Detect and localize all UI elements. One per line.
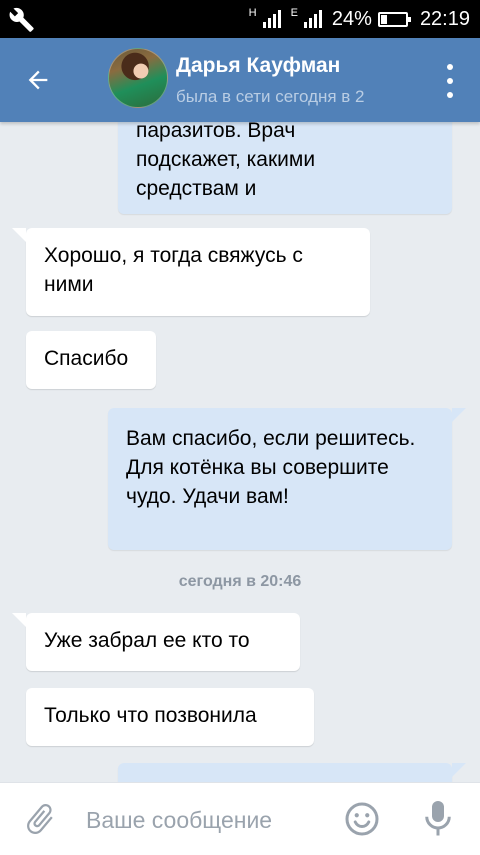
message-text: Уже забрал ее кто то	[44, 629, 250, 652]
battery-percent: 24%	[331, 7, 372, 30]
microphone-icon[interactable]	[420, 799, 456, 839]
message-incoming[interactable]: Спасибо	[26, 331, 156, 389]
signal-icon-sim2	[303, 8, 326, 30]
network-type-2: E	[290, 7, 298, 19]
message-line: паразитов. Врач	[136, 122, 296, 142]
battery-icon	[377, 11, 411, 27]
back-button[interactable]	[14, 56, 62, 104]
composer-bar: Ваше сообщение	[0, 782, 480, 855]
network-type-1: H	[248, 7, 257, 19]
avatar[interactable]	[108, 48, 168, 108]
dot-icon	[447, 64, 453, 70]
message-incoming[interactable]: Только что позвонила	[26, 688, 314, 746]
clock: 22:19	[419, 7, 470, 30]
more-options-button[interactable]	[438, 64, 462, 98]
contact-name[interactable]: Дарья Кауфман	[176, 54, 340, 78]
message-outgoing-partial[interactable]	[118, 763, 466, 782]
message-text: Хорошо, я тогда свяжусь с ними	[44, 244, 303, 296]
emoji-icon[interactable]	[344, 801, 380, 837]
message-incoming[interactable]: Уже забрал ее кто то	[12, 613, 300, 671]
dot-icon	[447, 92, 453, 98]
message-incoming[interactable]: Хорошо, я тогда свяжусь с ними	[12, 228, 370, 316]
message-text: Спасибо	[44, 347, 129, 370]
message-text: Вам спасибо, если решитесь. Для котёнка …	[126, 427, 416, 508]
paperclip-icon[interactable]	[22, 801, 58, 837]
contact-status: была в сети сегодня в 2	[176, 87, 365, 106]
message-input[interactable]: Ваше сообщение	[86, 803, 326, 837]
message-outgoing[interactable]: Вам спасибо, если решитесь. Для котёнка …	[108, 408, 466, 550]
signal-icon-sim1	[262, 8, 285, 30]
date-separator: сегодня в 20:46	[178, 573, 302, 590]
wrench-icon	[9, 7, 34, 32]
message-line: средствам и	[136, 177, 257, 200]
message-text: Только что позвонила	[44, 704, 257, 727]
status-bar: H E 24% 22:19	[0, 0, 480, 38]
message-line: подскажет, какими	[136, 148, 316, 171]
chat-header: Дарья Кауфман была в сети сегодня в 2	[0, 38, 480, 122]
message-outgoing[interactable]: паразитов. Врач подскажет, какими средст…	[118, 122, 452, 214]
message-list[interactable]: паразитов. Врач подскажет, какими средст…	[0, 122, 480, 782]
arrow-left-icon	[28, 70, 48, 90]
dot-icon	[447, 78, 453, 84]
